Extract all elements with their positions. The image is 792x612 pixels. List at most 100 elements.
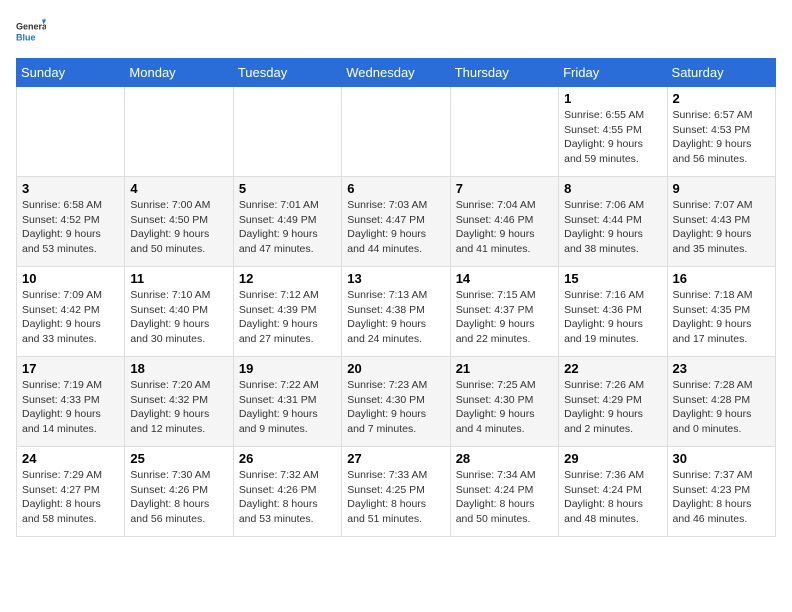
calendar-day-cell: 24Sunrise: 7:29 AM Sunset: 4:27 PM Dayli… bbox=[17, 447, 125, 537]
day-number: 7 bbox=[456, 181, 553, 196]
day-number: 22 bbox=[564, 361, 661, 376]
calendar-day-cell: 5Sunrise: 7:01 AM Sunset: 4:49 PM Daylig… bbox=[233, 177, 341, 267]
calendar-day-cell: 16 Sunrise: 7:18 AM Sunset: 4:35 PM Dayli… bbox=[667, 267, 775, 357]
calendar-day-cell: 20 Sunrise: 7:23 AM Sunset: 4:30 PM Dayli… bbox=[342, 357, 450, 447]
calendar-header-row: SundayMondayTuesdayWednesdayThursdayFrid… bbox=[17, 59, 776, 87]
day-info: Sunrise: 7:25 AM Sunset: 4:30 PM Dayligh… bbox=[456, 378, 553, 437]
day-info: Sunrise: 7:16 AM Sunset: 4:36 PM Dayligh… bbox=[564, 288, 661, 347]
day-info: Sunrise: 6:58 AM Sunset: 4:52 PM Dayligh… bbox=[22, 198, 119, 257]
day-number: 10 bbox=[22, 271, 119, 286]
calendar-day-cell: 22 Sunrise: 7:26 AM Sunset: 4:29 PM Dayli… bbox=[559, 357, 667, 447]
day-number: 3 bbox=[22, 181, 119, 196]
calendar-day-cell bbox=[125, 87, 233, 177]
calendar-day-cell: 26Sunrise: 7:32 AM Sunset: 4:26 PM Dayli… bbox=[233, 447, 341, 537]
day-number: 12 bbox=[239, 271, 336, 286]
calendar-day-cell: 23 Sunrise: 7:28 AM Sunset: 4:28 PM Dayli… bbox=[667, 357, 775, 447]
calendar-day-cell: 1 Sunrise: 6:55 AM Sunset: 4:55 PM Daylig… bbox=[559, 87, 667, 177]
day-info: Sunrise: 7:18 AM Sunset: 4:35 PM Dayligh… bbox=[673, 288, 770, 347]
day-info: Sunrise: 7:04 AM Sunset: 4:46 PM Dayligh… bbox=[456, 198, 553, 257]
weekday-header-sunday: Sunday bbox=[17, 59, 125, 87]
calendar-week-row: 1 Sunrise: 6:55 AM Sunset: 4:55 PM Daylig… bbox=[17, 87, 776, 177]
day-info: Sunrise: 7:12 AM Sunset: 4:39 PM Dayligh… bbox=[239, 288, 336, 347]
day-info: Sunrise: 7:19 AM Sunset: 4:33 PM Dayligh… bbox=[22, 378, 119, 437]
calendar-day-cell: 21 Sunrise: 7:25 AM Sunset: 4:30 PM Dayli… bbox=[450, 357, 558, 447]
calendar-week-row: 10 Sunrise: 7:09 AM Sunset: 4:42 PM Dayli… bbox=[17, 267, 776, 357]
day-info: Sunrise: 7:15 AM Sunset: 4:37 PM Dayligh… bbox=[456, 288, 553, 347]
day-number: 16 bbox=[673, 271, 770, 286]
day-number: 27 bbox=[347, 451, 444, 466]
day-info: Sunrise: 7:23 AM Sunset: 4:30 PM Dayligh… bbox=[347, 378, 444, 437]
day-number: 13 bbox=[347, 271, 444, 286]
calendar-day-cell: 29 Sunrise: 7:36 AM Sunset: 4:24 PM Dayli… bbox=[559, 447, 667, 537]
day-info: Sunrise: 7:03 AM Sunset: 4:47 PM Dayligh… bbox=[347, 198, 444, 257]
calendar-day-cell: 19Sunrise: 7:22 AM Sunset: 4:31 PM Dayli… bbox=[233, 357, 341, 447]
day-number: 20 bbox=[347, 361, 444, 376]
day-info: Sunrise: 7:33 AM Sunset: 4:25 PM Dayligh… bbox=[347, 468, 444, 527]
calendar-day-cell: 28 Sunrise: 7:34 AM Sunset: 4:24 PM Dayli… bbox=[450, 447, 558, 537]
day-number: 21 bbox=[456, 361, 553, 376]
calendar-day-cell: 18 Sunrise: 7:20 AM Sunset: 4:32 PM Dayli… bbox=[125, 357, 233, 447]
calendar-day-cell: 12 Sunrise: 7:12 AM Sunset: 4:39 PM Dayli… bbox=[233, 267, 341, 357]
day-number: 15 bbox=[564, 271, 661, 286]
svg-text:Blue: Blue bbox=[16, 33, 36, 43]
calendar-day-cell bbox=[233, 87, 341, 177]
svg-text:General: General bbox=[16, 22, 46, 32]
logo: General Blue bbox=[16, 16, 46, 46]
calendar-day-cell: 2 Sunrise: 6:57 AM Sunset: 4:53 PM Daylig… bbox=[667, 87, 775, 177]
calendar-day-cell: 7 Sunrise: 7:04 AM Sunset: 4:46 PM Daylig… bbox=[450, 177, 558, 267]
day-number: 23 bbox=[673, 361, 770, 376]
day-number: 11 bbox=[130, 271, 227, 286]
day-number: 24 bbox=[22, 451, 119, 466]
day-info: Sunrise: 7:07 AM Sunset: 4:43 PM Dayligh… bbox=[673, 198, 770, 257]
day-info: Sunrise: 7:34 AM Sunset: 4:24 PM Dayligh… bbox=[456, 468, 553, 527]
day-number: 30 bbox=[673, 451, 770, 466]
day-number: 29 bbox=[564, 451, 661, 466]
weekday-header-monday: Monday bbox=[125, 59, 233, 87]
day-info: Sunrise: 7:00 AM Sunset: 4:50 PM Dayligh… bbox=[130, 198, 227, 257]
calendar-week-row: 24Sunrise: 7:29 AM Sunset: 4:27 PM Dayli… bbox=[17, 447, 776, 537]
day-number: 8 bbox=[564, 181, 661, 196]
calendar-table: SundayMondayTuesdayWednesdayThursdayFrid… bbox=[16, 58, 776, 537]
day-number: 17 bbox=[22, 361, 119, 376]
day-info: Sunrise: 7:30 AM Sunset: 4:26 PM Dayligh… bbox=[130, 468, 227, 527]
calendar-day-cell: 9Sunrise: 7:07 AM Sunset: 4:43 PM Daylig… bbox=[667, 177, 775, 267]
calendar-day-cell: 15 Sunrise: 7:16 AM Sunset: 4:36 PM Dayli… bbox=[559, 267, 667, 357]
calendar-day-cell: 3 Sunrise: 6:58 AM Sunset: 4:52 PM Daylig… bbox=[17, 177, 125, 267]
page-header: General Blue bbox=[16, 16, 776, 46]
calendar-day-cell: 10 Sunrise: 7:09 AM Sunset: 4:42 PM Dayli… bbox=[17, 267, 125, 357]
day-info: Sunrise: 7:37 AM Sunset: 4:23 PM Dayligh… bbox=[673, 468, 770, 527]
logo-svg: General Blue bbox=[16, 16, 46, 46]
day-info: Sunrise: 7:28 AM Sunset: 4:28 PM Dayligh… bbox=[673, 378, 770, 437]
day-number: 6 bbox=[347, 181, 444, 196]
day-number: 1 bbox=[564, 91, 661, 106]
day-number: 18 bbox=[130, 361, 227, 376]
calendar-day-cell: 4Sunrise: 7:00 AM Sunset: 4:50 PM Daylig… bbox=[125, 177, 233, 267]
calendar-week-row: 3 Sunrise: 6:58 AM Sunset: 4:52 PM Daylig… bbox=[17, 177, 776, 267]
day-number: 14 bbox=[456, 271, 553, 286]
calendar-day-cell: 27 Sunrise: 7:33 AM Sunset: 4:25 PM Dayli… bbox=[342, 447, 450, 537]
weekday-header-wednesday: Wednesday bbox=[342, 59, 450, 87]
day-info: Sunrise: 6:55 AM Sunset: 4:55 PM Dayligh… bbox=[564, 108, 661, 167]
day-number: 28 bbox=[456, 451, 553, 466]
day-number: 26 bbox=[239, 451, 336, 466]
calendar-day-cell: 8 Sunrise: 7:06 AM Sunset: 4:44 PM Daylig… bbox=[559, 177, 667, 267]
calendar-day-cell bbox=[450, 87, 558, 177]
day-number: 25 bbox=[130, 451, 227, 466]
calendar-day-cell: 25 Sunrise: 7:30 AM Sunset: 4:26 PM Dayli… bbox=[125, 447, 233, 537]
day-info: Sunrise: 7:26 AM Sunset: 4:29 PM Dayligh… bbox=[564, 378, 661, 437]
calendar-day-cell: 11 Sunrise: 7:10 AM Sunset: 4:40 PM Dayli… bbox=[125, 267, 233, 357]
day-info: Sunrise: 7:06 AM Sunset: 4:44 PM Dayligh… bbox=[564, 198, 661, 257]
day-info: Sunrise: 7:09 AM Sunset: 4:42 PM Dayligh… bbox=[22, 288, 119, 347]
calendar-day-cell: 6 Sunrise: 7:03 AM Sunset: 4:47 PM Daylig… bbox=[342, 177, 450, 267]
day-info: Sunrise: 6:57 AM Sunset: 4:53 PM Dayligh… bbox=[673, 108, 770, 167]
calendar-day-cell: 14 Sunrise: 7:15 AM Sunset: 4:37 PM Dayli… bbox=[450, 267, 558, 357]
day-number: 2 bbox=[673, 91, 770, 106]
day-info: Sunrise: 7:36 AM Sunset: 4:24 PM Dayligh… bbox=[564, 468, 661, 527]
day-info: Sunrise: 7:20 AM Sunset: 4:32 PM Dayligh… bbox=[130, 378, 227, 437]
weekday-header-thursday: Thursday bbox=[450, 59, 558, 87]
day-info: Sunrise: 7:10 AM Sunset: 4:40 PM Dayligh… bbox=[130, 288, 227, 347]
weekday-header-tuesday: Tuesday bbox=[233, 59, 341, 87]
calendar-week-row: 17 Sunrise: 7:19 AM Sunset: 4:33 PM Dayli… bbox=[17, 357, 776, 447]
day-number: 5 bbox=[239, 181, 336, 196]
weekday-header-saturday: Saturday bbox=[667, 59, 775, 87]
